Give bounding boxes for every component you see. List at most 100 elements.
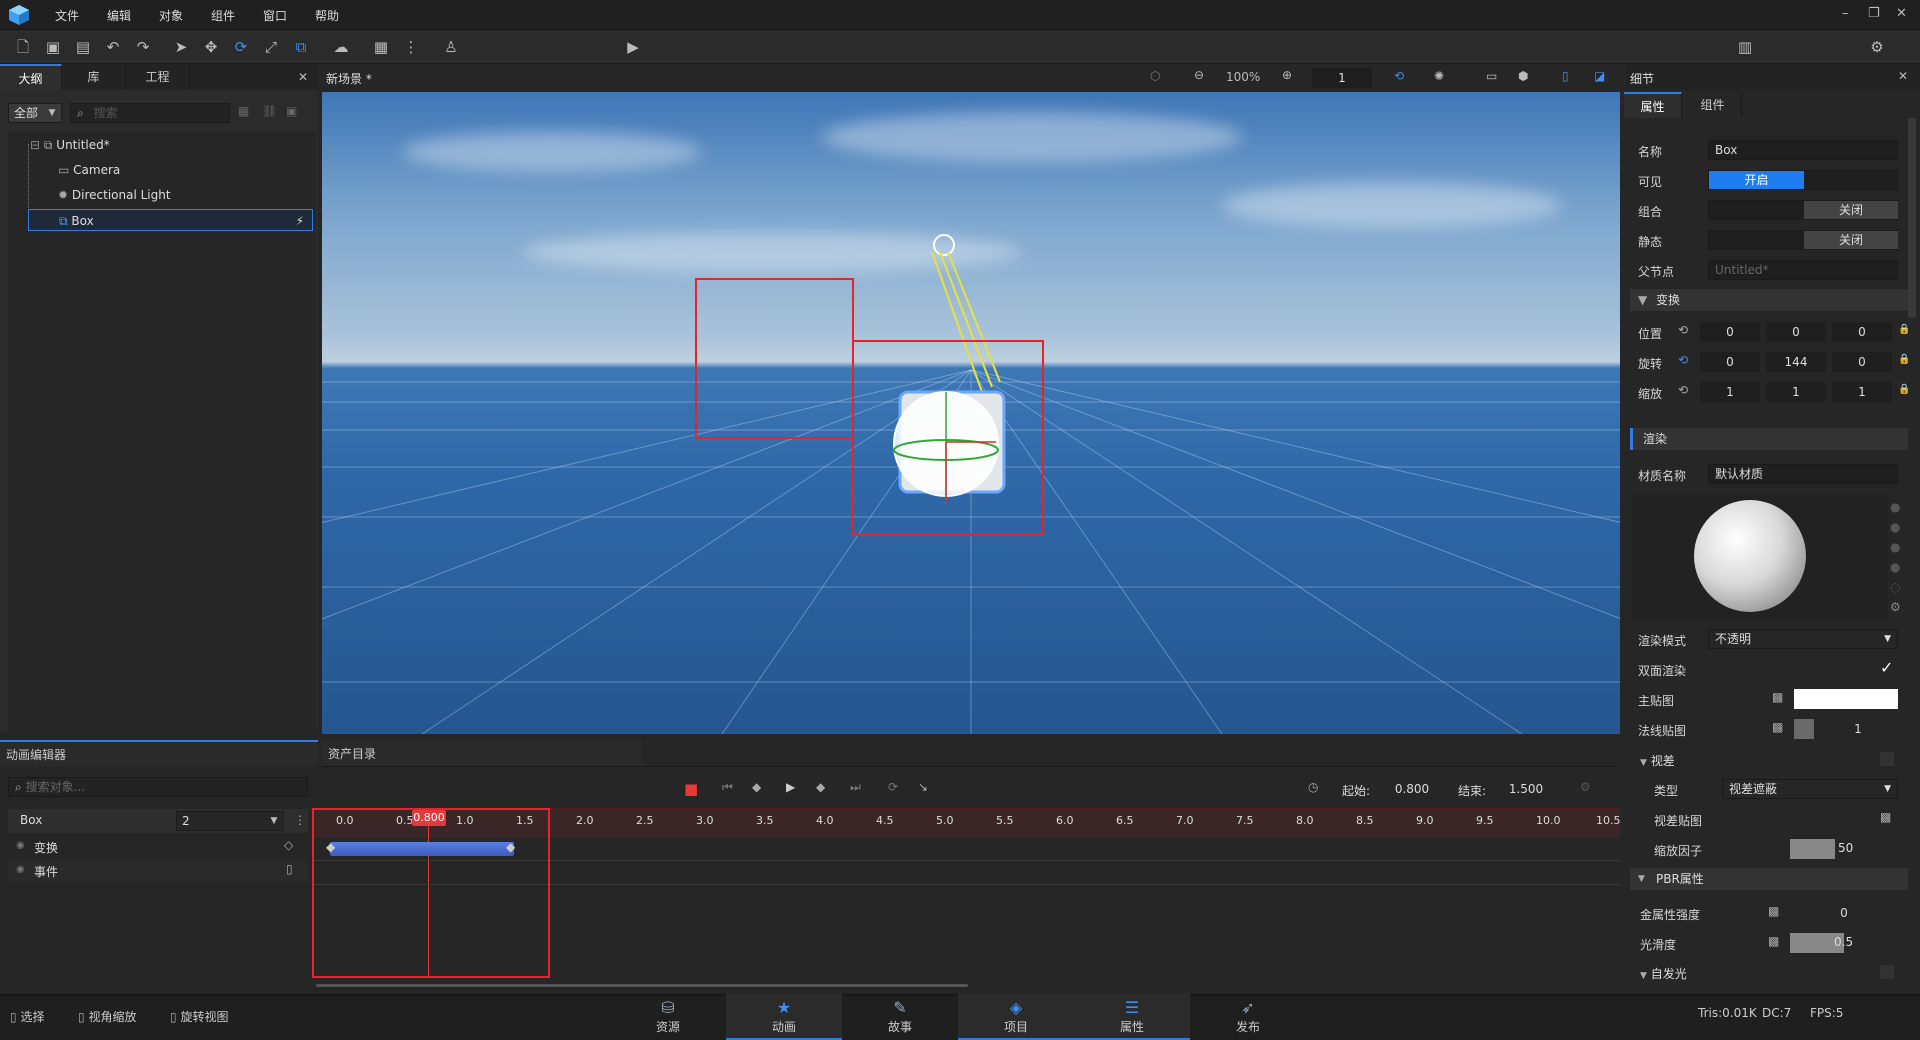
- refresh-icon[interactable]: ⟲: [1394, 69, 1404, 83]
- texture-icon[interactable]: ▩: [1772, 690, 1783, 704]
- tab-outline[interactable]: 大纲: [0, 64, 62, 90]
- snap-grid-icon[interactable]: ⋮: [402, 38, 420, 56]
- lock-icon[interactable]: 🔒: [1898, 354, 1910, 365]
- move-tool-icon[interactable]: ✥: [202, 38, 220, 56]
- curve-icon[interactable]: ↘: [918, 780, 928, 794]
- last-frame-icon[interactable]: ⏭: [850, 780, 861, 795]
- tree-item-camera[interactable]: ▭ Camera: [58, 159, 120, 181]
- tree-item-box[interactable]: ⧉ Box ⚡: [28, 209, 313, 231]
- render-section[interactable]: 渲染: [1630, 428, 1908, 450]
- start-input[interactable]: 0.800: [1384, 779, 1440, 799]
- anim-track-transform[interactable]: ◉ 变换 ◇: [8, 836, 308, 858]
- preview-sphere-icon[interactable]: ●: [1890, 500, 1900, 514]
- close-details-icon[interactable]: ✕: [1898, 69, 1908, 83]
- anim-search-input[interactable]: ⌕ 搜索对象...: [8, 777, 308, 797]
- double-side-checkbox[interactable]: ✓: [1880, 658, 1893, 677]
- rotation-x[interactable]: 0: [1700, 352, 1760, 372]
- select-mode[interactable]: ▯ 选择: [10, 1008, 44, 1025]
- texture-icon[interactable]: ▩: [1772, 720, 1783, 734]
- first-frame-icon[interactable]: ⏮: [722, 780, 733, 795]
- parallax-checkbox[interactable]: [1880, 752, 1894, 766]
- play-anim-icon[interactable]: ▶: [786, 780, 795, 794]
- more-icon[interactable]: ⋮: [294, 813, 306, 827]
- frame-input[interactable]: 1: [1312, 68, 1372, 88]
- menu-edit[interactable]: 编辑: [107, 7, 131, 24]
- eye-icon[interactable]: ◉: [16, 840, 25, 851]
- rotation-z[interactable]: 0: [1832, 352, 1892, 372]
- nav-properties[interactable]: ☰ 属性: [1074, 994, 1190, 1040]
- zoom-view-mode[interactable]: ▯ 视角缩放: [78, 1008, 136, 1025]
- lock-icon[interactable]: 🔒: [1898, 324, 1910, 335]
- preview-light-icon[interactable]: ◌: [1890, 580, 1900, 594]
- transform-section[interactable]: ▼ 变换: [1630, 289, 1908, 311]
- preview-cylinder-icon[interactable]: ●: [1890, 560, 1900, 574]
- select-tool-icon[interactable]: ➤: [172, 38, 190, 56]
- menu-component[interactable]: 组件: [211, 7, 235, 24]
- zoom-out-icon[interactable]: ⊖: [1194, 68, 1204, 82]
- stats-icon[interactable]: ◪: [1594, 69, 1605, 83]
- user-icon[interactable]: ♙: [442, 38, 460, 56]
- video-icon[interactable]: ▭: [1486, 69, 1497, 83]
- settings-icon[interactable]: ⚙: [1868, 38, 1886, 56]
- keyframe-icon[interactable]: ◇: [284, 838, 293, 852]
- tree-item-light[interactable]: ✹ Directional Light: [58, 184, 171, 206]
- scale-y[interactable]: 1: [1766, 382, 1826, 402]
- nav-story[interactable]: ✎ 故事: [842, 994, 958, 1040]
- nav-assets[interactable]: ⛁ 资源: [610, 994, 726, 1040]
- scrollbar[interactable]: [1908, 118, 1916, 318]
- tab-properties[interactable]: 属性: [1624, 92, 1682, 118]
- save-all-icon[interactable]: ▤: [74, 38, 92, 56]
- static-toggle[interactable]: 关闭: [1708, 230, 1898, 250]
- cube-icon[interactable]: ⬢: [1518, 69, 1528, 83]
- name-input[interactable]: Box: [1708, 140, 1898, 160]
- redo-icon[interactable]: ↷: [134, 38, 152, 56]
- grid-icon[interactable]: ▦: [372, 38, 390, 56]
- close-panel-icon[interactable]: ✕: [298, 70, 308, 84]
- sun-icon[interactable]: ✺: [1434, 69, 1444, 83]
- link-icon[interactable]: ⛓: [262, 104, 277, 118]
- main-texture-color[interactable]: [1794, 689, 1898, 709]
- gizmo-icon[interactable]: ⬡: [1150, 69, 1160, 83]
- script-icon[interactable]: ⚡: [296, 210, 304, 232]
- reset-icon[interactable]: ⟲: [1678, 353, 1688, 367]
- texture-icon[interactable]: ▩: [1768, 904, 1779, 918]
- assets-tab[interactable]: 资产目录: [322, 740, 642, 766]
- parallax-section[interactable]: ▼ 视差: [1640, 752, 1675, 769]
- add-node-icon[interactable]: ▦: [238, 104, 249, 118]
- tab-components[interactable]: 组件: [1684, 92, 1742, 118]
- menu-object[interactable]: 对象: [159, 7, 183, 24]
- normal-strength[interactable]: 1: [1818, 719, 1898, 739]
- event-icon[interactable]: ▯: [286, 862, 293, 876]
- zoom-in-icon[interactable]: ⊕: [1282, 68, 1292, 82]
- scene-tab-title[interactable]: 新场景 *: [326, 70, 372, 87]
- reset-icon[interactable]: ⟲: [1678, 383, 1688, 397]
- loop-icon[interactable]: ⟳: [888, 780, 898, 794]
- preview-plane-icon[interactable]: ●: [1890, 540, 1900, 554]
- scale-tool-icon[interactable]: ⤢: [262, 38, 280, 56]
- rotate-view-mode[interactable]: ▯ 旋转视图: [170, 1008, 228, 1025]
- scale-x[interactable]: 1: [1700, 382, 1760, 402]
- lock-icon[interactable]: 🔒: [1898, 384, 1910, 395]
- menu-help[interactable]: 帮助: [315, 7, 339, 24]
- undo-icon[interactable]: ↶: [104, 38, 122, 56]
- anim-track-event[interactable]: ◉ 事件 ▯: [8, 860, 308, 882]
- tab-project[interactable]: 工程: [126, 64, 190, 90]
- nav-publish[interactable]: ➶ 发布: [1190, 994, 1306, 1040]
- prev-key-icon[interactable]: ◆: [752, 780, 761, 794]
- tree-item-root[interactable]: ⊟ ⧉ Untitled*: [30, 134, 110, 156]
- menu-file[interactable]: 文件: [55, 7, 79, 24]
- new-file-icon[interactable]: 🗋: [14, 38, 32, 56]
- filter-select[interactable]: 全部 ▼: [8, 103, 62, 123]
- smoothness-slider[interactable]: 0.5: [1790, 933, 1898, 953]
- rotate-tool-icon[interactable]: ⟳: [232, 38, 250, 56]
- minimize-icon[interactable]: –: [1842, 6, 1849, 21]
- save-icon[interactable]: ▣: [44, 38, 62, 56]
- end-input[interactable]: 1.500: [1498, 779, 1554, 799]
- reset-icon[interactable]: ⟲: [1678, 323, 1688, 337]
- emission-checkbox[interactable]: [1880, 965, 1894, 979]
- nav-project[interactable]: ◈ 项目: [958, 994, 1074, 1040]
- scale-z[interactable]: 1: [1832, 382, 1892, 402]
- normal-texture-swatch[interactable]: [1794, 719, 1814, 739]
- position-x[interactable]: 0: [1700, 322, 1760, 342]
- position-y[interactable]: 0: [1766, 322, 1826, 342]
